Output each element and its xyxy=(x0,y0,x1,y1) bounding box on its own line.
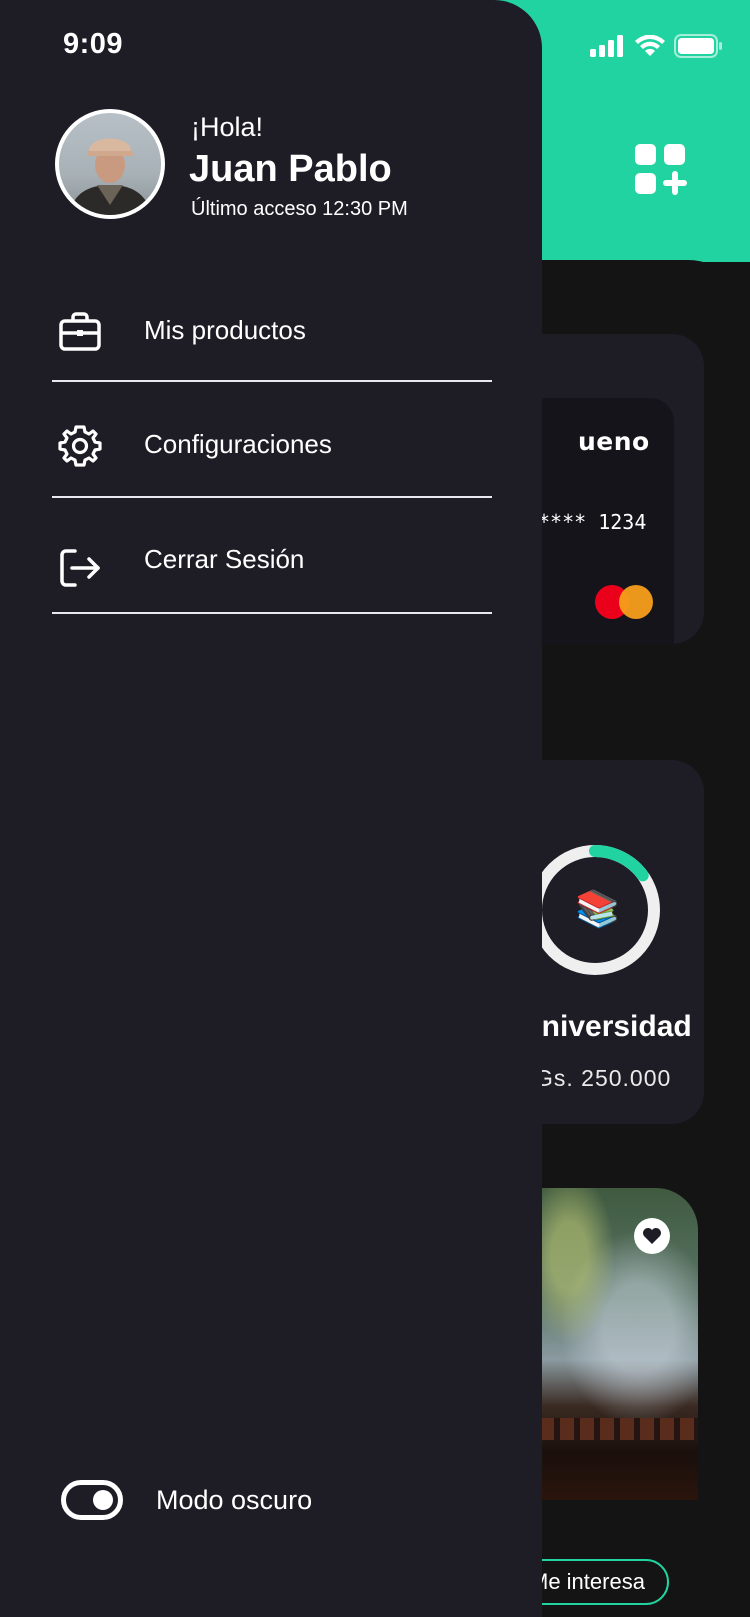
menu-label: Configuraciones xyxy=(144,429,332,459)
dark-mode-label: Modo oscuro xyxy=(156,1485,313,1515)
signal-icon xyxy=(590,35,623,57)
status-icons xyxy=(590,33,722,59)
greeting: ¡Hola! xyxy=(191,112,264,142)
avatar[interactable] xyxy=(55,109,165,219)
dark-mode-toggle[interactable] xyxy=(61,1480,123,1520)
logout-icon xyxy=(60,549,100,587)
toggle-knob xyxy=(93,1490,113,1510)
briefcase-icon xyxy=(59,312,101,351)
menu-item-configuraciones[interactable]: Configuraciones xyxy=(52,384,492,498)
dark-mode-row[interactable]: Modo oscuro xyxy=(58,1475,388,1527)
status-time: 9:09 xyxy=(63,28,124,60)
card-brand: ueno xyxy=(578,427,650,456)
heart-icon[interactable] xyxy=(634,1218,670,1254)
menu-label: Cerrar Sesión xyxy=(144,544,305,574)
add-widget-icon[interactable] xyxy=(635,144,687,195)
last-access: Último acceso 12:30 PM xyxy=(191,198,408,220)
gear-icon xyxy=(58,425,102,467)
side-drawer: 9:09 ¡Hola! Juan Pablo Último acceso 12:… xyxy=(0,0,542,1617)
goal-amount: Gs. 250.000 xyxy=(535,1065,672,1091)
goal-name: Universidad xyxy=(520,1010,692,1043)
battery-icon xyxy=(674,34,722,58)
menu-label: Mis productos xyxy=(144,315,306,345)
menu-item-mis-productos[interactable]: Mis productos xyxy=(52,268,492,382)
mastercard-logo-circle xyxy=(619,585,653,619)
books-icon: 📚 xyxy=(575,888,620,929)
user-name: Juan Pablo xyxy=(189,148,392,190)
card-number: **** 1234 xyxy=(538,510,647,534)
menu-item-cerrar-sesion[interactable]: Cerrar Sesión xyxy=(52,500,492,614)
wifi-icon xyxy=(635,35,665,56)
